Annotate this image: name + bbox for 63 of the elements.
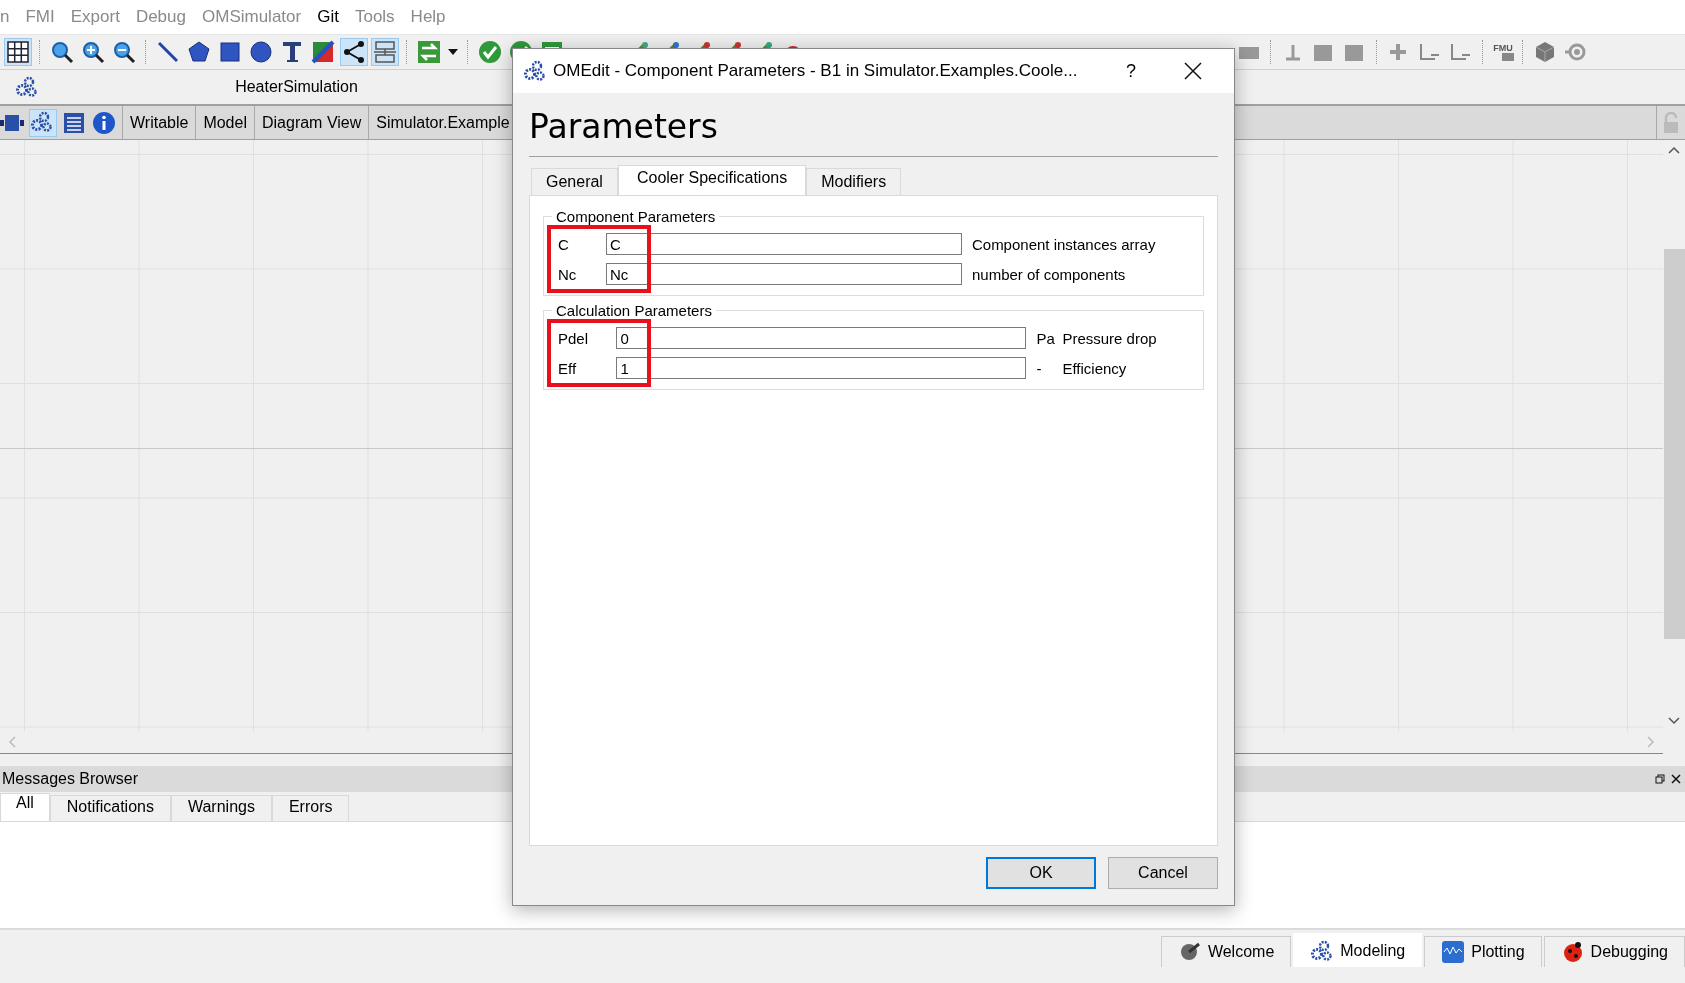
parameter-description: Efficiency	[1061, 359, 1128, 377]
perspective-tab[interactable]: Welcome	[1160, 936, 1292, 967]
dialog-button[interactable]: OK	[986, 857, 1096, 889]
line-icon[interactable]	[155, 39, 181, 65]
panel-title: Messages Browser	[2, 770, 139, 788]
toolbar-label: Diagram View	[253, 106, 369, 139]
message-tab[interactable]: Warnings	[170, 795, 272, 821]
toolbar-label: Writable	[122, 106, 196, 139]
tab[interactable]: Modifiers	[806, 168, 902, 195]
info-icon[interactable]	[92, 110, 116, 135]
parameter-description: number of components	[970, 265, 1127, 283]
grid-icon[interactable]	[5, 39, 31, 65]
unit-label: Pa	[1035, 329, 1053, 347]
text-view-icon[interactable]	[62, 110, 86, 135]
perspective-tab[interactable]: Debugging	[1543, 936, 1685, 967]
gears-icon	[15, 75, 39, 99]
swap-arrows-icon[interactable]	[416, 39, 442, 65]
restore-icon[interactable]	[1655, 774, 1665, 784]
dialog-heading: Parameters	[529, 107, 1218, 157]
rectangle-icon[interactable]	[217, 39, 243, 65]
menu-item[interactable]: Git	[317, 7, 339, 27]
gears-icon	[523, 59, 547, 83]
scroll-up-icon[interactable]	[1668, 146, 1680, 154]
transition-icon[interactable]	[372, 39, 398, 65]
input-field[interactable]: 0	[616, 327, 1027, 349]
tab[interactable]: Cooler Specifications	[617, 165, 807, 195]
zoom-in-icon[interactable]	[80, 39, 106, 65]
tab[interactable]: General	[531, 168, 618, 195]
search-icon[interactable]	[49, 39, 75, 65]
ellipse-icon[interactable]	[248, 39, 274, 65]
input-field[interactable]: Nc	[605, 263, 962, 285]
input-field[interactable]: 1	[616, 357, 1027, 379]
gears-icon[interactable]	[30, 109, 56, 136]
plot-icon	[1441, 940, 1466, 964]
parameter-label: Nc	[557, 265, 578, 283]
group-title: Component Parameters	[555, 208, 717, 225]
window-title: OMEdit - Component Parameters - B1 in Simulator.Examples.Coole...	[553, 61, 1079, 81]
close-icon[interactable]	[1184, 62, 1202, 80]
group-title: Calculation Parameters	[555, 302, 713, 319]
message-tab[interactable]: All	[0, 793, 50, 821]
toolbar-label: Model	[195, 106, 254, 139]
message-tab[interactable]: Errors	[271, 795, 350, 821]
gears-icon	[1310, 938, 1335, 963]
close-icon[interactable]	[1671, 774, 1681, 784]
scroll-down-icon[interactable]	[1668, 717, 1680, 725]
perspective-tab[interactable]: Plotting	[1424, 936, 1542, 967]
dialog-button[interactable]: Cancel	[1108, 857, 1218, 889]
model-tab-title[interactable]: HeaterSimulation	[235, 78, 358, 96]
parameter-description: Component instances array	[970, 235, 1157, 253]
parameter-label: Pdel	[557, 329, 590, 347]
parameter-description: Pressure drop	[1061, 329, 1158, 347]
zoom-out-icon[interactable]	[111, 39, 137, 65]
help-button[interactable]: ?	[1126, 60, 1136, 82]
perspective-tab[interactable]: Modeling	[1293, 933, 1423, 967]
input-field[interactable]: C	[605, 233, 962, 255]
unit-label: -	[1035, 359, 1043, 377]
parameter-label: C	[557, 235, 570, 253]
connect-icon[interactable]	[341, 39, 367, 65]
message-tab[interactable]: Notifications	[49, 795, 171, 821]
check-icon[interactable]	[477, 39, 503, 65]
parameter-label: Eff	[557, 359, 578, 377]
bitmap-icon[interactable]	[310, 39, 336, 65]
polygon-icon[interactable]	[186, 39, 212, 65]
